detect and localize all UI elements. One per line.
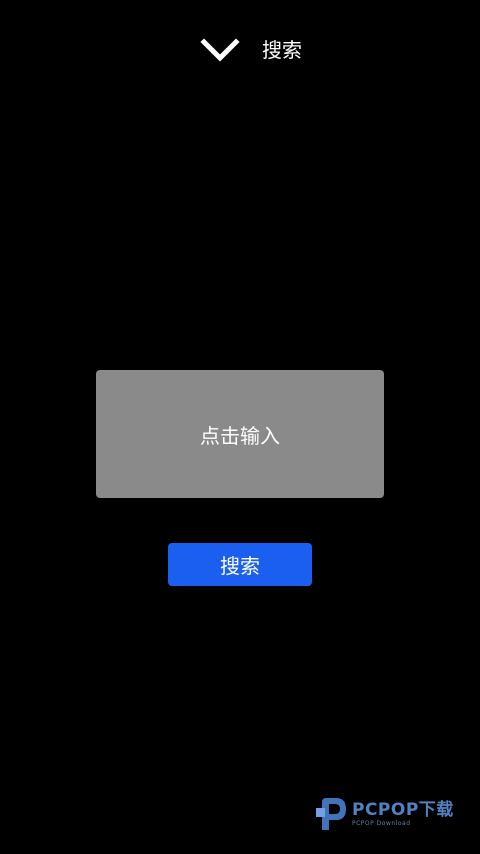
input-placeholder: 点击输入 <box>200 423 280 448</box>
search-button[interactable]: 搜索 <box>168 543 312 586</box>
collapse-button[interactable] <box>196 34 244 68</box>
header-title: 搜索 <box>262 38 302 62</box>
watermark-subtext: PCPOP Download <box>352 820 411 827</box>
watermark: PCPOP下载 PCPOP Download <box>314 794 474 834</box>
search-input[interactable]: 点击输入 <box>96 370 384 498</box>
pcpop-logo-icon <box>316 798 346 830</box>
header: 搜索 <box>0 0 480 100</box>
watermark-text: PCPOP下载 <box>352 800 454 820</box>
chevron-down-icon <box>200 38 240 62</box>
